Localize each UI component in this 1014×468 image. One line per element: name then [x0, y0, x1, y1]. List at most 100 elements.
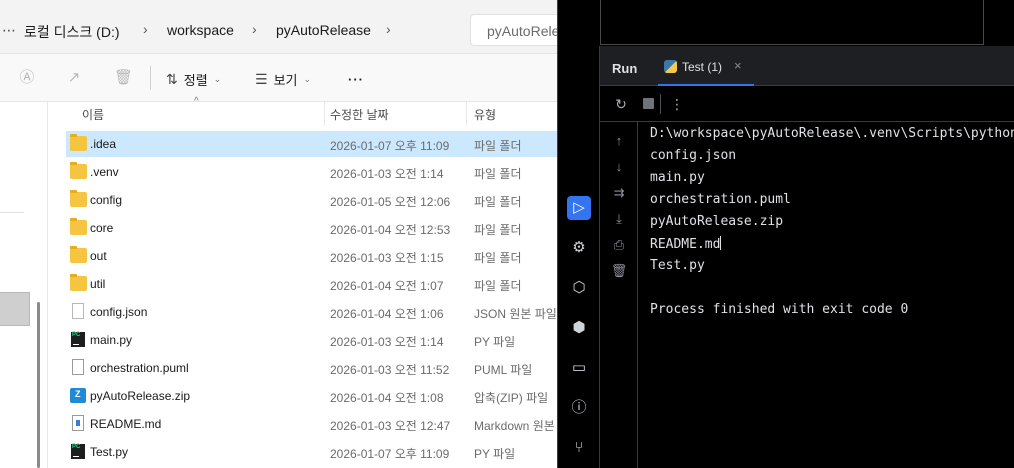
column-divider[interactable]	[324, 102, 325, 126]
column-date[interactable]: 수정한 날짜	[330, 106, 389, 123]
file-row[interactable]: core 2026-01-04 오전 12:53 파일 폴더	[66, 215, 557, 241]
nav-divider	[0, 212, 24, 213]
file-name: orchestration.puml	[90, 361, 189, 375]
file-type: 파일 폴더	[474, 223, 522, 237]
file-row[interactable]: pyAutoRelease.zip 2026-01-04 오전 1:08 압축(ZI…	[66, 383, 557, 409]
file-row[interactable]: config 2026-01-05 오전 12:06 파일 폴더	[66, 187, 557, 213]
more-locations-icon[interactable]: ⋯	[2, 22, 16, 39]
more-options-icon[interactable]: ⋮	[668, 95, 686, 113]
file-row[interactable]: .idea 2026-01-07 오후 11:09 파일 폴더	[66, 131, 557, 157]
tab-label: Test (1)	[682, 60, 723, 74]
file-name: .idea	[90, 137, 117, 151]
file-row[interactable]: Test.py 2026-01-07 오후 11:09 PY 파일	[66, 439, 557, 465]
file-row[interactable]: .venv 2026-01-03 오전 1:14 파일 폴더	[66, 159, 557, 185]
file-row[interactable]: main.py 2026-01-03 오전 1:14 PY 파일	[66, 327, 557, 353]
file-row[interactable]: orchestration.puml 2026-01-03 오전 11:52 PUM…	[66, 355, 557, 381]
terminal-icon[interactable]: ▭	[567, 356, 591, 380]
file-type: PY 파일	[474, 447, 516, 461]
file-date: 2026-01-04 오전 12:53	[330, 223, 451, 237]
toolbar-divider	[150, 66, 151, 90]
nav-scrollbar[interactable]	[37, 302, 40, 468]
more-options-button[interactable]: ···	[348, 69, 364, 89]
file-date: 2026-01-03 오전 1:14	[330, 167, 444, 181]
markdown-file-icon	[72, 415, 84, 431]
services-icon[interactable]: ⬡	[567, 276, 591, 300]
command-bar: Ⓐ ↗ 🗑 ⇅ 정렬 ⌄ ☰ 보기 ⌄ ···	[0, 54, 557, 102]
file-name: README.md	[90, 417, 162, 431]
file-date: 2026-01-03 오전 11:52	[330, 363, 450, 377]
debug-icon[interactable]: ⬢	[567, 316, 591, 340]
scroll-up-icon[interactable]: ↑	[610, 132, 628, 150]
folder-icon	[70, 246, 87, 263]
console-line: Test.py	[650, 258, 705, 273]
breadcrumb-workspace[interactable]: workspace	[167, 22, 234, 38]
chevron-right-icon[interactable]: ›	[386, 21, 391, 37]
text-cursor	[720, 236, 722, 250]
sort-button[interactable]: ⇅ 정렬 ⌄	[166, 69, 221, 89]
json-file-icon	[72, 303, 84, 319]
share-icon[interactable]: ↗	[65, 69, 83, 87]
rerun-icon[interactable]: ↻	[612, 95, 630, 113]
file-type: PY 파일	[474, 335, 516, 349]
zip-file-icon	[70, 388, 86, 403]
console-line: Process finished with exit code 0	[650, 302, 909, 317]
run-tab-bar: Run Test (1) ×	[600, 46, 1014, 86]
folder-icon	[70, 218, 87, 235]
chevron-right-icon[interactable]: ›	[143, 21, 148, 37]
soft-wrap-icon[interactable]: ⇉	[610, 184, 628, 202]
folder-icon	[70, 162, 87, 179]
file-row[interactable]: util 2026-01-04 오전 1:07 파일 폴더	[66, 271, 557, 297]
rename-icon[interactable]: Ⓐ	[18, 69, 36, 87]
file-type: 파일 폴더	[474, 279, 522, 293]
breadcrumb-drive[interactable]: 로컬 디스크 (D:)	[24, 22, 120, 42]
scroll-to-end-icon[interactable]: ⤓	[610, 210, 628, 228]
clear-all-icon[interactable]: 🗑	[610, 262, 628, 280]
nav-selected-item[interactable]	[0, 292, 30, 326]
delete-icon[interactable]: 🗑	[114, 69, 133, 87]
console-line: config.json	[650, 148, 737, 163]
console-line: orchestration.puml	[650, 192, 791, 207]
file-explorer-window: ⋯ 로컬 디스크 (D:) › workspace › pyAutoReleas…	[0, 0, 557, 468]
file-date: 2026-01-04 오전 1:07	[330, 279, 444, 293]
file-name: pyAutoRelease.zip	[90, 389, 191, 403]
stop-icon[interactable]	[643, 98, 654, 109]
navigation-pane[interactable]	[0, 102, 48, 468]
file-type: 파일 폴더	[474, 195, 522, 209]
folder-icon	[70, 190, 87, 207]
file-date: 2026-01-03 오전 1:14	[330, 335, 444, 349]
column-name[interactable]: 이름	[82, 106, 104, 123]
file-type: Markdown 원본	[474, 419, 555, 433]
console-line: pyAutoRelease.zip	[650, 214, 784, 229]
editor-panel[interactable]	[600, 0, 984, 45]
run-tool-icon[interactable]: ▷	[567, 196, 591, 220]
chevron-down-icon: ⌄	[303, 73, 312, 84]
console-output[interactable]: D:\workspace\pyAutoRelease\.venv\Scripts…	[638, 122, 1014, 468]
sort-icon: ⇅	[166, 70, 178, 87]
breadcrumb-pyautorelease[interactable]: pyAutoRelease	[276, 22, 371, 38]
file-type: 파일 폴더	[474, 139, 522, 153]
column-divider[interactable]	[466, 102, 467, 126]
tool-window-bar: ▷ ⚙ ⬡ ⬢ ▭ ⓘ ⑂	[558, 46, 600, 468]
git-icon[interactable]: ⑂	[567, 436, 591, 460]
console-line: README.md	[650, 236, 722, 252]
column-type[interactable]: 유형	[474, 106, 496, 123]
tab-test-run[interactable]: Test (1) ×	[658, 46, 754, 86]
file-type: JSON 원본 파일	[474, 307, 557, 321]
chevron-right-icon[interactable]: ›	[252, 21, 257, 37]
file-name: config	[90, 193, 123, 207]
view-list-icon: ☰	[255, 70, 268, 87]
python-packages-icon[interactable]: ⚙	[567, 236, 591, 260]
print-icon[interactable]: ⎙	[610, 236, 628, 254]
ide-window: ▷ ⚙ ⬡ ⬢ ▭ ⓘ ⑂ Run Test (1) × ↻ ⋮ ↑ ↓ ⇉ ⤓…	[557, 0, 1014, 468]
file-row[interactable]: config.json 2026-01-04 오전 1:06 JSON 원본 파일	[66, 299, 557, 325]
folder-icon	[70, 134, 87, 151]
file-row[interactable]: README.md 2026-01-03 오전 12:47 Markdown 원본	[66, 411, 557, 437]
file-row[interactable]: out 2026-01-03 오전 1:15 파일 폴더	[66, 243, 557, 269]
view-button[interactable]: ☰ 보기 ⌄	[255, 69, 311, 89]
file-type: PUML 파일	[474, 363, 533, 377]
close-icon[interactable]: ×	[734, 58, 742, 73]
search-input[interactable]: pyAutoRelease	[470, 14, 557, 46]
problems-icon[interactable]: ⓘ	[567, 396, 591, 420]
scroll-down-icon[interactable]: ↓	[610, 158, 628, 176]
address-bar[interactable]: ⋯ 로컬 디스크 (D:) › workspace › pyAutoReleas…	[0, 0, 557, 54]
